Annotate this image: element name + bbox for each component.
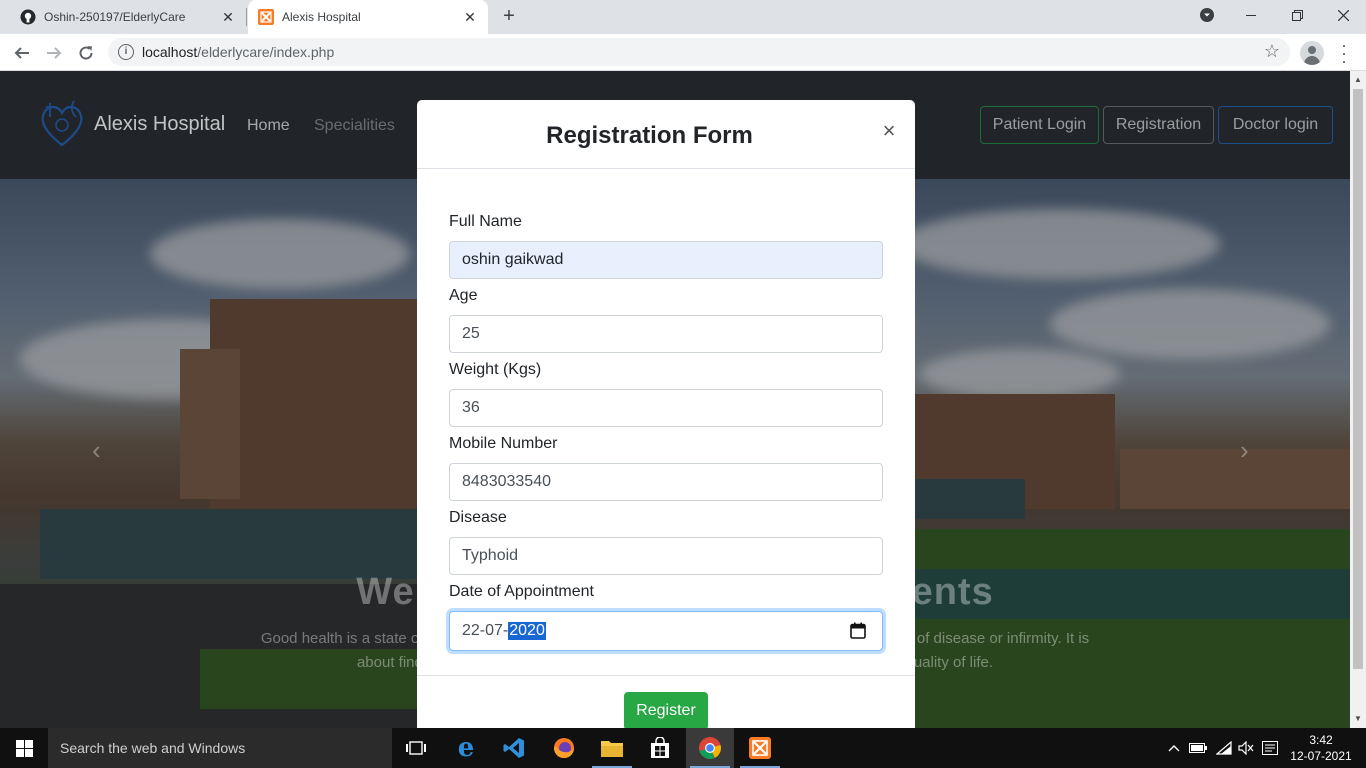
disease-label: Disease <box>449 509 507 526</box>
xampp-icon <box>258 9 274 25</box>
tab-title: Oshin-250197/ElderlyCare <box>44 10 186 24</box>
back-icon[interactable] <box>9 40 35 66</box>
windows-taskbar: Search the web and Windows e 3:42 12-07-… <box>0 728 1366 768</box>
clock-date: 12-07-2021 <box>1290 749 1352 763</box>
profile-avatar-icon[interactable] <box>1300 41 1324 65</box>
task-view-icon[interactable] <box>392 728 440 768</box>
age-input[interactable]: 25 <box>449 315 883 353</box>
github-icon <box>20 9 36 25</box>
close-window-icon[interactable] <box>1320 0 1366 30</box>
appointment-date-label: Date of Appointment <box>449 583 594 600</box>
full-name-label: Full Name <box>449 213 522 230</box>
xampp-taskbar-icon[interactable] <box>736 728 784 768</box>
tab-search-icon[interactable] <box>1184 0 1230 30</box>
forward-icon[interactable] <box>41 40 67 66</box>
tab-divider <box>246 8 247 26</box>
carousel-next-icon[interactable]: › <box>1240 435 1249 466</box>
scroll-up-icon[interactable]: ▲ <box>1350 73 1366 87</box>
site-info-icon[interactable]: i <box>118 44 134 60</box>
address-bar[interactable]: i localhost/elderlycare/index.php ☆ <box>108 38 1290 66</box>
appointment-date-input[interactable]: 22-07- 2020 <box>449 611 883 651</box>
reload-icon[interactable] <box>73 40 99 66</box>
tab-github[interactable]: Oshin-250197/ElderlyCare ✕ <box>0 0 246 34</box>
restore-icon[interactable] <box>1274 0 1320 30</box>
scrollbar-thumb[interactable] <box>1353 89 1363 669</box>
bookmark-star-icon[interactable]: ☆ <box>1264 41 1280 62</box>
close-tab-icon[interactable]: ✕ <box>460 7 480 27</box>
nav-specialities-link[interactable]: Specialities <box>314 117 395 135</box>
full-name-input[interactable]: oshin gaikwad <box>449 241 883 279</box>
taskbar-clock[interactable]: 3:42 12-07-2021 <box>1288 732 1354 764</box>
patient-login-button[interactable]: Patient Login <box>980 106 1099 144</box>
disease-input[interactable]: Typhoid <box>449 537 883 575</box>
brand-link[interactable]: Alexis Hospital <box>36 97 225 151</box>
scroll-down-icon[interactable]: ▼ <box>1350 712 1366 726</box>
windows-start-icon[interactable] <box>0 728 48 768</box>
age-label: Age <box>449 287 478 304</box>
nav-home-link[interactable]: Home <box>247 117 290 135</box>
modal-title: Registration Form <box>546 122 753 149</box>
minimize-icon[interactable] <box>1228 0 1274 30</box>
carousel-prev-icon[interactable]: ‹ <box>92 435 101 466</box>
close-modal-icon[interactable]: × <box>877 120 901 144</box>
file-explorer-icon[interactable] <box>588 728 636 768</box>
new-tab-button[interactable]: + <box>498 5 520 27</box>
edge-browser-icon[interactable]: e <box>442 728 490 768</box>
registration-modal: Registration Form × Full Name oshin gaik… <box>417 100 915 740</box>
register-button[interactable]: Register <box>624 692 708 730</box>
calendar-icon[interactable] <box>850 622 866 639</box>
browser-toolbar: i localhost/elderlycare/index.php ☆ · · · <box>0 34 1366 71</box>
weight-input[interactable]: 36 <box>449 389 883 427</box>
weight-label: Weight (Kgs) <box>449 361 542 378</box>
firefox-icon[interactable] <box>540 728 588 768</box>
volume-muted-icon[interactable] <box>1236 728 1256 768</box>
url-text: localhost/elderlycare/index.php <box>142 44 335 60</box>
mobile-input[interactable]: 8483033540 <box>449 463 883 501</box>
modal-header: Registration Form × <box>417 100 915 169</box>
battery-icon[interactable] <box>1186 728 1210 768</box>
registration-button[interactable]: Registration <box>1103 106 1214 144</box>
clock-time: 3:42 <box>1309 733 1333 747</box>
chrome-icon[interactable] <box>686 728 734 768</box>
tray-chevron-up-icon[interactable] <box>1164 728 1184 768</box>
vscode-icon[interactable] <box>490 728 538 768</box>
close-tab-icon[interactable]: ✕ <box>218 7 238 27</box>
store-icon[interactable] <box>636 728 684 768</box>
tab-strip: Oshin-250197/ElderlyCare ✕ Alexis Hospit… <box>0 0 1366 34</box>
browser-menu-icon[interactable]: · · · <box>1338 36 1350 70</box>
tab-alexis-hospital[interactable]: Alexis Hospital ✕ <box>248 0 488 34</box>
wifi-icon[interactable] <box>1212 728 1236 768</box>
action-center-icon[interactable] <box>1260 728 1280 768</box>
modal-footer-divider <box>417 675 915 676</box>
mobile-label: Mobile Number <box>449 435 558 452</box>
hospital-heart-logo-icon <box>41 100 83 147</box>
taskbar-search-box[interactable]: Search the web and Windows <box>48 728 392 768</box>
page-scrollbar[interactable]: ▲ ▼ <box>1350 71 1366 728</box>
tab-title: Alexis Hospital <box>282 10 361 24</box>
taskbar-search-placeholder: Search the web and Windows <box>60 740 246 756</box>
doctor-login-button[interactable]: Doctor login <box>1218 106 1333 144</box>
brand-name: Alexis Hospital <box>94 112 226 135</box>
